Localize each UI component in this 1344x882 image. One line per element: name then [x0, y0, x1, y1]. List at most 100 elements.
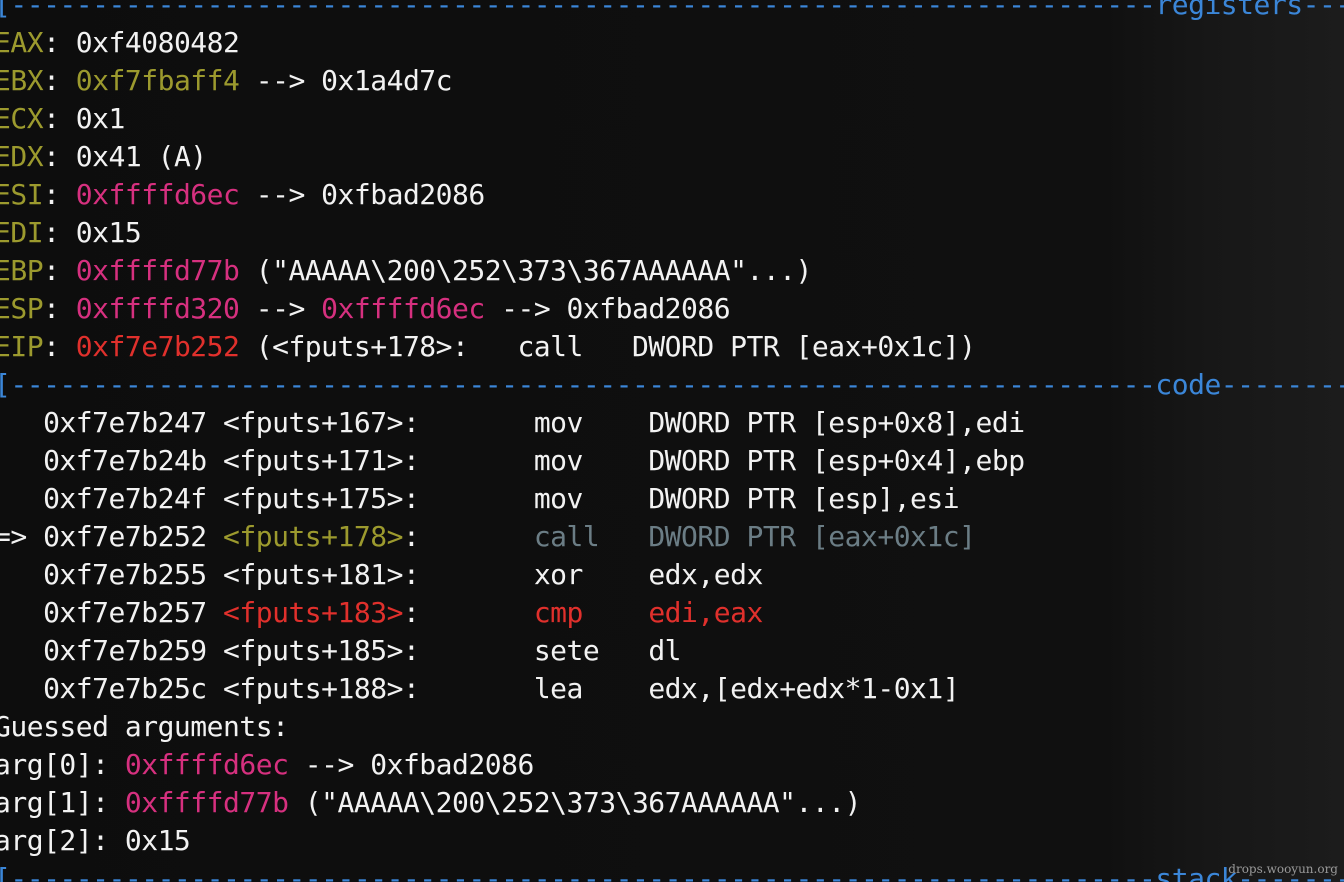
instruction-operands: DWORD PTR [esp+0x8],edi	[648, 406, 1025, 439]
code-line: 0xf7e7b259 <fputs+185>: sete dl	[0, 632, 681, 670]
register-name: EBP	[0, 254, 44, 287]
colon-spacer: :	[402, 672, 534, 705]
current-instruction-marker	[0, 634, 43, 667]
colon-spacer: :	[402, 406, 534, 439]
register-value: 0x15	[75, 216, 142, 249]
current-instruction-marker	[0, 444, 43, 477]
register-value: 0xf7e7b252	[75, 330, 240, 363]
code-line: 0xf7e7b25c <fputs+188>: lea edx,[edx+edx…	[0, 670, 960, 708]
register-line-eip: EIP: 0xf7e7b252 (<fputs+178>: call DWORD…	[0, 328, 976, 366]
code-line: 0xf7e7b257 <fputs+183>: cmp edi,eax	[0, 594, 763, 632]
colon-spacer: :	[402, 482, 534, 515]
instruction-address: 0xf7e7b259	[43, 634, 207, 667]
register-line-esi: ESI: 0xffffd6ec --> 0xfbad2086	[0, 176, 485, 214]
register-value: 0xf7fbaff4	[75, 64, 240, 97]
code-separator: [---------------------------------------…	[0, 368, 1344, 401]
instruction-symbol: <fputs+185>	[223, 634, 403, 667]
instruction-address: 0xf7e7b257	[43, 596, 207, 629]
argument-deref: ("AAAAA\200\252\373\367AAAAAA"...)	[288, 786, 862, 819]
instruction-address: 0xf7e7b247	[43, 406, 207, 439]
register-value: 0xffffd77b	[75, 254, 240, 287]
argument-value: 0x15	[124, 824, 191, 857]
instruction-opcode: sete	[533, 634, 649, 667]
register-value: :	[43, 330, 76, 363]
register-value: :	[43, 292, 76, 325]
register-value: 0x41 (A)	[75, 140, 207, 173]
current-instruction-marker: =>	[0, 520, 27, 553]
register-value: ("AAAAA\200\252\373\367AAAAAA"...)	[239, 254, 813, 287]
register-value: :	[43, 140, 76, 173]
register-line-ecx: ECX: 0x1	[0, 100, 125, 138]
register-name: EDX	[0, 140, 44, 173]
register-value: :	[43, 216, 76, 249]
register-value: :	[43, 102, 76, 135]
colon-spacer: :	[402, 444, 534, 477]
register-value: 0xffffd6ec	[321, 292, 485, 325]
argument-label: arg[1]:	[0, 786, 125, 819]
instruction-opcode: cmp	[533, 596, 649, 629]
instruction-address: 0xf7e7b25c	[43, 672, 207, 705]
instruction-operands: DWORD PTR [esp],esi	[648, 482, 960, 515]
argument-value: 0xffffd6ec	[124, 748, 289, 781]
register-name: ESP	[0, 292, 44, 325]
instruction-operands: edx,[edx+edx*1-0x1]	[648, 672, 960, 705]
argument-deref: --> 0xfbad2086	[288, 748, 535, 781]
instruction-symbol: <fputs+183>	[223, 596, 403, 629]
register-value: -->	[239, 292, 322, 325]
instruction-opcode: xor	[533, 558, 649, 591]
colon-spacer: :	[402, 520, 534, 553]
register-value: :	[43, 26, 76, 59]
register-value: 0x1	[75, 102, 126, 135]
instruction-operands: edi,eax	[648, 596, 763, 629]
register-name: EBX	[0, 64, 44, 97]
current-instruction-marker	[0, 596, 43, 629]
register-value: 0xffffd6ec	[75, 178, 240, 211]
colon-spacer: :	[402, 596, 534, 629]
register-value: 0xffffd320	[75, 292, 240, 325]
register-name: ECX	[0, 102, 44, 135]
argument-line: arg[0]: 0xffffd6ec --> 0xfbad2086	[0, 746, 534, 784]
register-name: EIP	[0, 330, 44, 363]
instruction-symbol: <fputs+178>	[223, 520, 403, 553]
current-instruction-marker	[0, 558, 43, 591]
register-value: --> 0xfbad2086	[239, 178, 486, 211]
code-line: 0xf7e7b255 <fputs+181>: xor edx,edx	[0, 556, 763, 594]
register-name: EDI	[0, 216, 44, 249]
instruction-symbol: <fputs+175>	[223, 482, 403, 515]
registers-separator: [---------------------------------------…	[0, 0, 1344, 21]
instruction-address: 0xf7e7b24f	[43, 482, 207, 515]
colon-spacer: :	[402, 558, 534, 591]
colon-spacer: :	[402, 634, 534, 667]
instruction-opcode: lea	[533, 672, 649, 705]
watermark: drops.wooyun.org	[1228, 862, 1338, 876]
register-value: --> 0xfbad2086	[484, 292, 731, 325]
register-value: :	[43, 64, 76, 97]
terminal-window: [---------------------------------------…	[0, 0, 1344, 882]
register-line-ebx: EBX: 0xf7fbaff4 --> 0x1a4d7c	[0, 62, 453, 100]
instruction-address: 0xf7e7b252	[43, 520, 207, 553]
register-line-eax: EAX: 0xf4080482	[0, 24, 240, 62]
argument-value: 0xffffd77b	[124, 786, 289, 819]
instruction-symbol: <fputs+171>	[223, 444, 403, 477]
argument-line: arg[1]: 0xffffd77b ("AAAAA\200\252\373\3…	[0, 784, 861, 822]
instruction-opcode: mov	[533, 444, 649, 477]
argument-label: arg[2]:	[0, 824, 125, 857]
current-instruction-marker	[0, 482, 43, 515]
instruction-operands: DWORD PTR [eax+0x1c]	[648, 520, 976, 553]
register-value: :	[43, 178, 76, 211]
register-line-ebp: EBP: 0xffffd77b ("AAAAA\200\252\373\367A…	[0, 252, 812, 290]
register-value: --> 0x1a4d7c	[239, 64, 453, 97]
register-name: EAX	[0, 26, 44, 59]
instruction-symbol: <fputs+167>	[223, 406, 403, 439]
current-instruction-marker	[0, 672, 43, 705]
argument-line: arg[2]: 0x15	[0, 822, 191, 860]
code-line: 0xf7e7b24b <fputs+171>: mov DWORD PTR [e…	[0, 442, 1025, 480]
instruction-opcode: mov	[533, 482, 649, 515]
register-value: 0xf4080482	[75, 26, 240, 59]
